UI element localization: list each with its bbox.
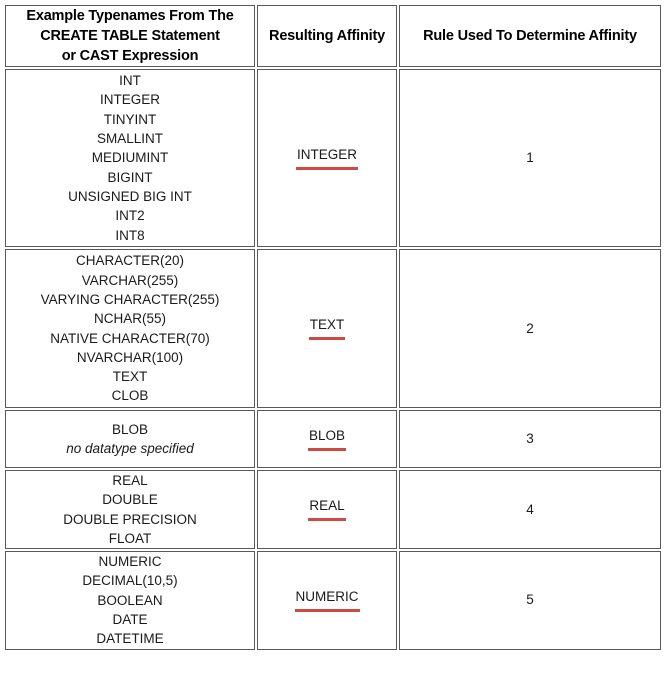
typename-entry: DATETIME (96, 631, 164, 647)
typename-entry: DOUBLE (102, 492, 158, 508)
rule-number-cell: 5 (399, 551, 661, 650)
typenames-cell: BLOB no datatype specified (5, 410, 255, 468)
resulting-affinity-cell: BLOB (257, 410, 397, 468)
typename-entry: NCHAR(55) (93, 311, 166, 327)
column-header-typenames-line-3: or CAST Expression (61, 48, 199, 64)
rule-number-cell: 2 (399, 249, 661, 408)
typenames-cell: REAL DOUBLE DOUBLE PRECISION FLOAT (5, 470, 255, 550)
resulting-affinity-cell: TEXT (257, 249, 397, 408)
type-affinity-table: Example Typenames From The CREATE TABLE … (3, 3, 663, 652)
typename-entry: REAL (112, 473, 148, 488)
typename-entry: CLOB (111, 388, 149, 404)
table-row: INT INTEGER TINYINT SMALLINT MEDIUMINT BIGINT… (5, 69, 661, 247)
typename-entry: SMALLINT (96, 131, 164, 147)
rule-number-cell: 1 (399, 69, 661, 247)
table-row: REAL DOUBLE DOUBLE PRECISION FLOAT REAL 4 (5, 470, 661, 550)
affinity-label-underlined: INTEGER (295, 147, 359, 170)
typename-entry: no datatype specified (66, 441, 194, 456)
column-header-typenames-line-1: Example Typenames From The (26, 8, 234, 24)
typename-entry: INT2 (115, 208, 145, 224)
typename-entry: TINYINT (103, 111, 157, 127)
resulting-affinity-cell: NUMERIC (257, 551, 397, 650)
typename-entry: DECIMAL(10,5) (82, 573, 178, 589)
typename-entry: DATE (112, 612, 148, 628)
typename-entry: BOOLEAN (97, 592, 163, 608)
table-row: BLOB no datatype specified BLOB 3 (5, 410, 661, 468)
typename-entry: BIGINT (107, 169, 153, 185)
typename-entry: BLOB (111, 421, 149, 437)
rule-number-cell: 4 (399, 470, 661, 550)
affinity-label-underlined: TEXT (308, 317, 345, 340)
typenames-cell: NUMERIC DECIMAL(10,5) BOOLEAN DATE DATETIME (5, 551, 255, 650)
typename-entry: VARYING CHARACTER(255) (40, 291, 220, 307)
typename-entry: VARCHAR(255) (81, 272, 179, 288)
affinity-label-underlined: NUMERIC (294, 589, 360, 612)
column-header-typenames-line-2: CREATE TABLE Statement (40, 28, 220, 44)
typenames-cell: CHARACTER(20) VARCHAR(255) VARYING CHARACT… (5, 249, 255, 408)
table-body: INT INTEGER TINYINT SMALLINT MEDIUMINT BIGINT… (5, 69, 661, 650)
resulting-affinity-cell: REAL (257, 470, 397, 550)
typename-entry: NUMERIC (98, 554, 162, 570)
table-row: NUMERIC DECIMAL(10,5) BOOLEAN DATE DATETIME N… (5, 551, 661, 650)
column-header-rule: Rule Used To Determine Affinity (399, 5, 661, 67)
column-header-typenames: Example Typenames From The CREATE TABLE … (5, 5, 255, 67)
typename-entry: INT8 (115, 227, 145, 243)
typename-entry: MEDIUMINT (91, 150, 169, 166)
typename-entry: DOUBLE PRECISION (63, 511, 197, 527)
typename-entry: TEXT (112, 369, 148, 385)
typenames-cell: INT INTEGER TINYINT SMALLINT MEDIUMINT BIGINT… (5, 69, 255, 247)
rule-number-cell: 3 (399, 410, 661, 468)
table-header-row: Example Typenames From The CREATE TABLE … (5, 5, 661, 67)
typename-entry: FLOAT (108, 530, 152, 546)
resulting-affinity-cell: INTEGER (257, 69, 397, 247)
typename-entry: INTEGER (99, 92, 160, 108)
affinity-label-underlined: REAL (308, 498, 346, 522)
typename-entry: UNSIGNED BIG INT (68, 188, 192, 204)
affinity-label-underlined: BLOB (307, 428, 347, 451)
typename-entry: NATIVE CHARACTER(70) (50, 330, 210, 346)
table-row: CHARACTER(20) VARCHAR(255) VARYING CHARACT… (5, 249, 661, 408)
typename-entry: INT (119, 73, 141, 89)
typename-entry: CHARACTER(20) (75, 253, 184, 269)
column-header-resulting-affinity: Resulting Affinity (257, 5, 397, 67)
typename-entry: NVARCHAR(100) (76, 349, 184, 365)
